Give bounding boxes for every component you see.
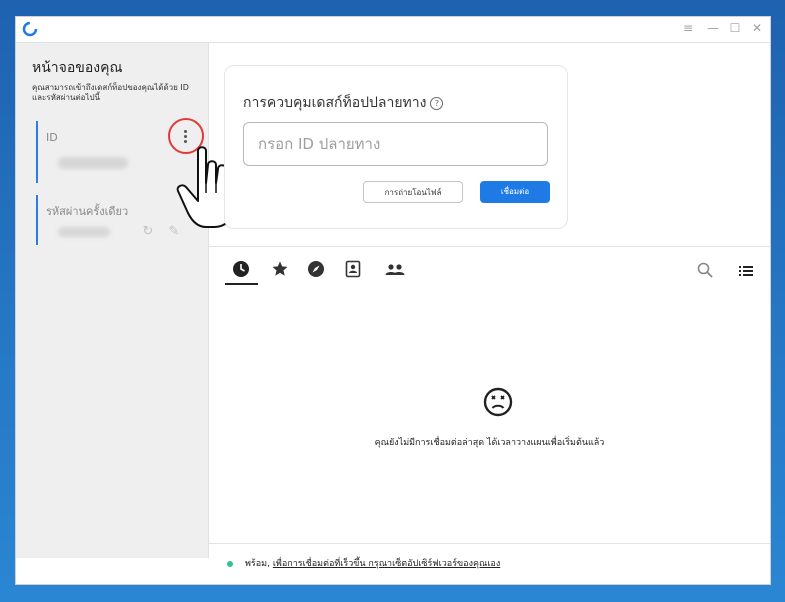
title-bar: ≡ — ☐ ✕ xyxy=(16,17,770,43)
app-window: ≡ — ☐ ✕ หน้าจอของคุณ คุณสามารถเข้าถึงเดส… xyxy=(16,17,770,584)
remote-control-card: การควบคุมเดสก์ท็อปปลายทาง? การถ่ายโอนไฟล… xyxy=(224,65,568,229)
connect-button[interactable]: เชื่อมต่อ xyxy=(480,181,550,203)
status-bar: พร้อม, เพื่อการเชื่อมต่อที่เร็วขึ้น กรุณ… xyxy=(209,543,770,584)
password-label: รหัสผ่านครั้งเดียว xyxy=(46,205,129,218)
status-ready-label: พร้อม, xyxy=(245,559,270,569)
tab-recent-clock-icon[interactable] xyxy=(232,260,250,278)
sidebar-description: คุณสามารถเข้าถึงเดสก์ท็อปของคุณได้ด้วย I… xyxy=(32,83,189,102)
tab-discovered-compass-icon[interactable] xyxy=(307,260,325,278)
help-icon[interactable]: ? xyxy=(430,97,444,110)
tab-address-book-icon[interactable] xyxy=(344,260,362,278)
tab-favorites-star-icon[interactable] xyxy=(271,260,289,278)
tabs-divider xyxy=(209,246,770,247)
maximize-button[interactable]: ☐ xyxy=(728,21,742,35)
minimize-button[interactable]: — xyxy=(706,21,720,35)
sad-face-icon xyxy=(483,387,513,417)
app-logo-icon xyxy=(22,21,38,37)
status-ready-dot xyxy=(227,561,233,567)
tab-group-icon[interactable] xyxy=(384,261,406,279)
password-card: รหัสผ่านครั้งเดียว ↻ ✎ xyxy=(36,195,198,245)
setup-server-link[interactable]: เพื่อการเชื่อมต่อที่เร็วขึ้น กรุณาเซ็ตอั… xyxy=(273,559,500,569)
menu-icon[interactable]: ≡ xyxy=(681,21,695,35)
status-text: พร้อม, เพื่อการเชื่อมต่อที่เร็วขึ้น กรุณ… xyxy=(245,556,500,570)
id-label: ID xyxy=(46,131,58,144)
sidebar-title: หน้าจอของคุณ xyxy=(32,60,123,76)
id-value[interactable] xyxy=(58,157,128,169)
refresh-icon[interactable]: ↻ xyxy=(140,224,156,240)
remote-id-input[interactable] xyxy=(243,122,548,166)
close-button[interactable]: ✕ xyxy=(750,21,764,35)
empty-state-message: คุณยังไม่มีการเชื่อมต่อล่าสุด ได้เวลาวาง… xyxy=(374,438,605,448)
password-value[interactable] xyxy=(58,227,110,237)
remote-control-title: การควบคุมเดสก์ท็อปปลายทาง? xyxy=(243,92,444,114)
active-tab-indicator xyxy=(225,283,258,285)
list-view-icon[interactable] xyxy=(737,262,755,280)
file-transfer-button[interactable]: การถ่ายโอนไฟล์ xyxy=(363,181,463,203)
search-icon[interactable] xyxy=(696,261,714,279)
